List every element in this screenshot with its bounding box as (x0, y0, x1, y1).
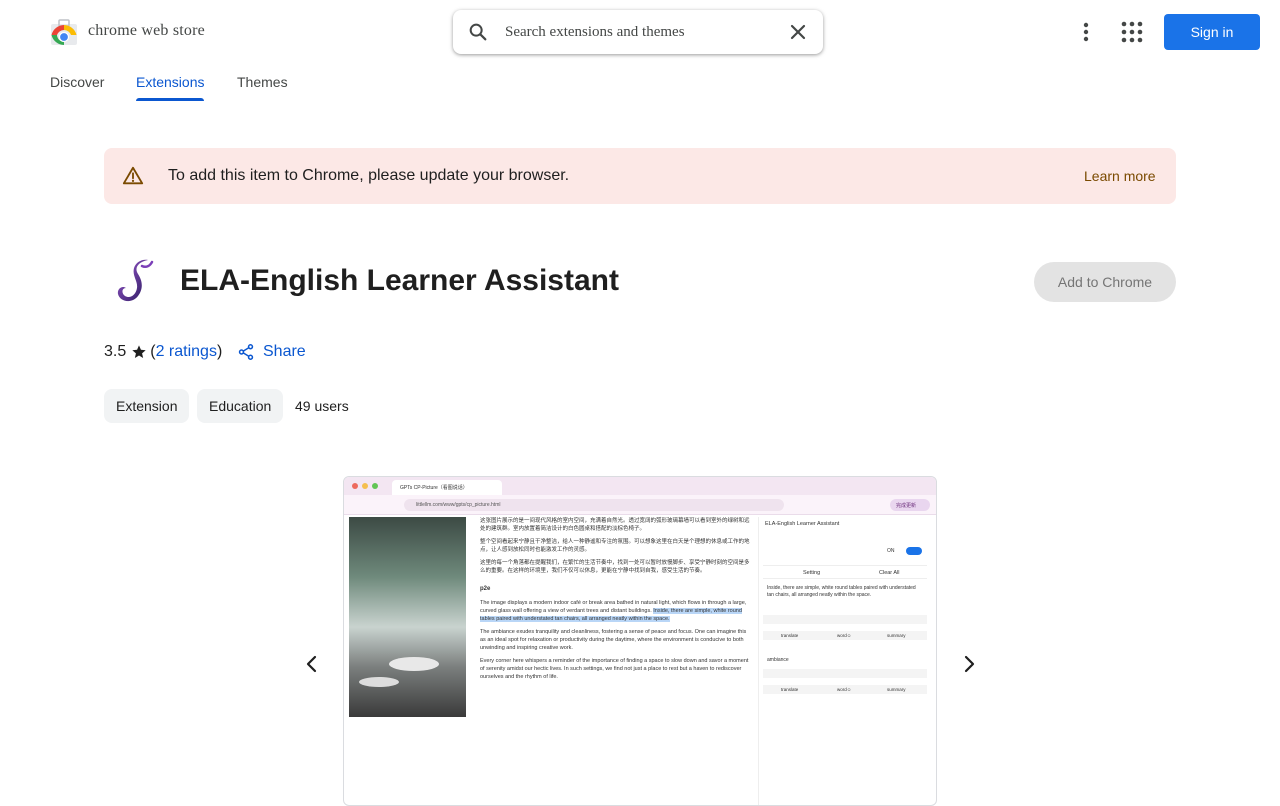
learn-more-link[interactable]: Learn more (1084, 168, 1156, 184)
preview-url: littlellm.com/www/gpts/cp_picture.html (404, 499, 784, 511)
tab-discover[interactable]: Discover (50, 74, 104, 90)
warning-icon (122, 166, 144, 185)
panel-actions-row: translate word☺ summary (763, 685, 927, 694)
panel-action-label: translate (781, 687, 799, 692)
article-en-paragraph: The ambiance exudes tranquility and clea… (480, 629, 747, 651)
banner-message: To add this item to Chrome, please updat… (168, 167, 570, 184)
update-browser-banner: To add this item to Chrome, please updat… (104, 148, 1176, 204)
minimize-dot-icon (362, 483, 368, 489)
brand-name[interactable]: chrome web store (88, 22, 205, 40)
article-en-paragraph: The image displays a modern indoor café … (480, 599, 750, 623)
preview-cafe-photo (349, 517, 466, 717)
article-zh-paragraph: 这里的每一个角落都在提醒我们，在繁忙的生活节奏中，找到一处可以暂时放慢脚步、享受… (480, 560, 750, 574)
tab-extensions[interactable]: Extensions (136, 74, 205, 101)
panel-action-label: summary (887, 633, 906, 638)
article-zh-paragraph: 这张图片展示的是一间现代风格的室内空间，充满着自然光。透过宽阔的弧形玻璃幕墙可以… (480, 518, 750, 532)
table-shape (359, 677, 399, 687)
panel-card-text: ambiance (767, 657, 789, 663)
share-icon (238, 344, 254, 360)
preview-side-panel: ELA-English Learner Assistant ON Setting… (758, 517, 930, 805)
table-shape (389, 657, 439, 671)
search-box[interactable] (453, 10, 823, 54)
panel-playback-row (763, 615, 927, 624)
rating-value: 3.5 (104, 343, 127, 360)
preview-update-button: 完成更新 (890, 499, 930, 511)
chrome-web-store-logo-icon[interactable] (50, 18, 78, 46)
rating-summary: 3.5 ( 2 ratings ) (104, 343, 222, 361)
panel-setting-label: Setting (803, 570, 821, 576)
panel-clear-label: Clear All (879, 570, 900, 576)
chevron-right-icon[interactable] (957, 652, 981, 676)
screenshot-preview[interactable]: GPTs CP-Picture（看图说话） littlellm.com/www/… (343, 476, 937, 806)
close-dot-icon (352, 483, 358, 489)
panel-actions-row: translate word☺ summary (763, 631, 927, 640)
panel-card-text: Inside, there are simple, white round ta… (767, 585, 916, 598)
extension-logo-icon (117, 259, 154, 302)
ratings-close-paren: ) (216, 343, 223, 360)
panel-settings-row: Setting Clear All (763, 565, 927, 579)
chevron-left-icon[interactable] (300, 652, 324, 676)
panel-on-label: ON (887, 548, 895, 554)
maximize-dot-icon (372, 483, 378, 489)
preview-address-bar: littlellm.com/www/gpts/cp_picture.html 完… (344, 495, 936, 515)
share-button[interactable]: Share (237, 343, 306, 361)
ratings-count-link[interactable]: 2 ratings (156, 343, 217, 361)
star-icon (132, 345, 146, 358)
search-icon[interactable] (467, 21, 489, 43)
search-input[interactable] (505, 20, 765, 44)
panel-action-label: word☺ (837, 633, 852, 638)
chip-extension[interactable]: Extension (104, 389, 190, 423)
google-apps-icon[interactable] (1121, 21, 1143, 43)
category-tabs: Discover Extensions Themes (0, 64, 1280, 104)
preview-browser-titlebar: GPTs CP-Picture（看图说话） (344, 477, 936, 495)
clear-search-icon[interactable] (788, 22, 808, 42)
article-heading: p2e (480, 586, 491, 592)
chip-education[interactable]: Education (197, 389, 284, 423)
sign-in-button[interactable]: Sign in (1164, 14, 1260, 50)
preview-tab-title: GPTs CP-Picture（看图说话） (392, 480, 502, 495)
share-label: Share (263, 343, 306, 360)
user-count: 49 users (295, 398, 349, 414)
extension-title: ELA-English Learner Assistant (180, 264, 619, 297)
panel-action-label: summary (887, 687, 906, 692)
preview-article: 这张图片展示的是一间现代风格的室内空间，充满着自然光。透过宽阔的弧形玻璃幕墙可以… (480, 517, 750, 686)
tab-themes[interactable]: Themes (237, 74, 288, 90)
panel-playback-row (763, 669, 927, 678)
panel-action-label: word☺ (837, 687, 852, 692)
add-to-chrome-button[interactable]: Add to Chrome (1034, 262, 1176, 302)
panel-action-label: translate (781, 633, 799, 638)
panel-title: ELA-English Learner Assistant (765, 521, 840, 527)
article-en-paragraph: Every corner here whispers a reminder of… (480, 658, 749, 680)
article-zh-paragraph: 整个空间看起来宁静且干净整洁，给人一种静谧和专注的氛围。可以想象这里在白天是个理… (480, 539, 750, 553)
panel-toggle (906, 547, 922, 555)
top-bar: chrome web store Sign in (0, 0, 1280, 64)
more-options-icon[interactable] (1075, 20, 1097, 44)
